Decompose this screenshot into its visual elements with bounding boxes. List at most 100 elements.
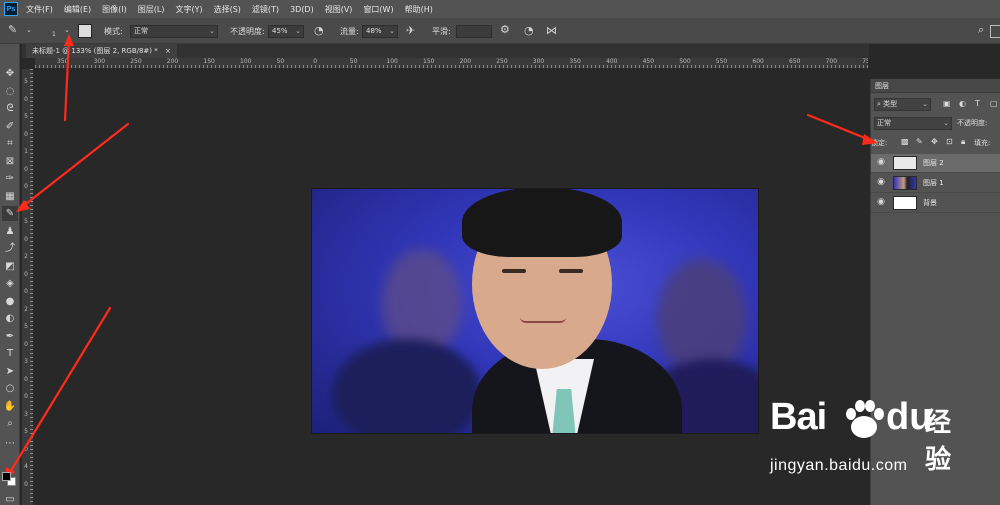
ruler-tick-label: 0 [24, 375, 28, 383]
ruler-tick-label: 0 [24, 393, 28, 400]
brush-size-value[interactable]: 1 [52, 31, 56, 38]
brush-tool-icon[interactable]: ✎ [2, 206, 18, 221]
eye-icon[interactable]: ◉ [876, 157, 886, 167]
watermark-product: 经验 [925, 408, 952, 475]
layer-row-layer2[interactable]: ◉ 图层 2 [871, 154, 1000, 173]
ruler-tick-label: 100 [240, 58, 252, 65]
dodge-tool-icon[interactable]: ◐ [2, 311, 18, 326]
type-filter-icon[interactable]: T [975, 99, 980, 108]
menu-window[interactable]: 窗口(W) [363, 4, 393, 15]
brush-tool-icon[interactable]: ✎ [8, 23, 17, 36]
menu-file[interactable]: 文件(F) [26, 4, 53, 15]
frame-tool-icon[interactable]: ⊠ [2, 154, 18, 169]
ruler-tick-label: 1 [24, 148, 28, 155]
ruler-tick-label: 2 [24, 253, 28, 260]
tools-panel: ✥ ◌ ᘓ ✐ ⌗ ⊠ ✑ ▦ ✎ ♟ ⤴ ◩ ◈ ● ◐ ✒ T ➤ ○ ✋ … [0, 44, 20, 505]
pressure-opacity-icon[interactable]: ◔ [314, 24, 324, 37]
menu-filter[interactable]: 滤镜(T) [252, 4, 279, 15]
quick-mask-icon[interactable]: ▭ [2, 492, 18, 505]
paint-bucket-tool-icon[interactable]: ◈ [2, 276, 18, 291]
ruler-tick-label: 600 [752, 58, 764, 65]
close-icon[interactable]: × [165, 47, 171, 55]
blur-tool-icon[interactable]: ● [2, 294, 18, 309]
workspace-icon[interactable] [990, 25, 1000, 38]
ruler-tick-label: 300 [532, 58, 545, 65]
quick-select-tool-icon[interactable]: ✐ [2, 119, 18, 134]
watermark-brand: Bai [770, 396, 827, 438]
eye-icon[interactable]: ◉ [876, 197, 886, 207]
document-image[interactable] [311, 188, 759, 434]
menu-layer[interactable]: 图层(L) [138, 4, 165, 15]
eyedropper-tool-icon[interactable]: ✑ [2, 171, 18, 186]
foreground-color-swatch[interactable] [2, 472, 11, 481]
gear-icon[interactable]: ⚙ [500, 23, 510, 36]
flow-input[interactable]: 48% ⌄ [362, 25, 398, 38]
layer-opacity-label: 不透明度: [957, 119, 988, 127]
clone-stamp-tool-icon[interactable]: ♟ [2, 224, 18, 239]
menu-select[interactable]: 选择(S) [214, 4, 241, 15]
healing-brush-tool-icon[interactable]: ▦ [2, 189, 18, 204]
type-tool-icon[interactable]: T [2, 346, 18, 361]
ruler-tick-label: 0 [24, 95, 28, 103]
brush-settings-panel-icon[interactable] [78, 24, 92, 38]
search-icon[interactable]: ⌕ [978, 23, 984, 37]
menu-3d[interactable]: 3D(D) [290, 5, 314, 14]
menu-help[interactable]: 帮助(H) [405, 4, 433, 15]
chevron-down-icon: ⌄ [943, 119, 949, 127]
lock-position-icon[interactable]: ✥ [931, 137, 938, 146]
eraser-tool-icon[interactable]: ◩ [2, 259, 18, 274]
tool-preset-dropdown-icon[interactable]: ⌄ [26, 26, 32, 34]
layers-panel-title[interactable]: 图层 [871, 79, 1000, 93]
document-tab[interactable]: 未标题-1 @ 133% (图层 2, RGB/8#) * × [26, 44, 177, 58]
ruler-tick-label: 5 [24, 113, 28, 120]
ruler-tick-label: 5 [24, 428, 28, 435]
blend-mode-select[interactable]: 正常 ⌄ [874, 117, 952, 130]
lock-artboard-icon[interactable]: ⊡ [946, 137, 953, 146]
marquee-tool-icon[interactable]: ◌ [2, 84, 18, 99]
symmetry-icon[interactable]: ⋈ [546, 24, 557, 37]
crop-tool-icon[interactable]: ⌗ [2, 136, 18, 151]
ruler-tick-label: 0 [24, 165, 28, 173]
ruler-tick-label: 50 [349, 58, 358, 65]
move-tool-icon[interactable]: ✥ [2, 66, 18, 81]
ruler-tick-label: 0 [24, 130, 28, 138]
ellipse-tool-icon[interactable]: ○ [2, 381, 18, 396]
airbrush-icon[interactable]: ✈ [406, 24, 415, 37]
lock-pixels-icon[interactable]: ✎ [916, 137, 923, 146]
horizontal-ruler[interactable]: 350 300 250 200 150 100 50 0 50 100 150 200 250 300 35… [35, 58, 868, 69]
history-brush-tool-icon[interactable]: ⤴ [2, 241, 18, 256]
pen-tool-icon[interactable]: ✒ [2, 329, 18, 344]
layer-row-background[interactable]: ◉ 背景 [871, 194, 1000, 213]
pixel-filter-icon[interactable]: ▣ [943, 99, 951, 108]
hand-tool-icon[interactable]: ✋ [2, 399, 18, 414]
brush-preset-dropdown-icon[interactable]: ⌄ [64, 26, 70, 34]
layer-row-layer1[interactable]: ◉ 图层 1 [871, 174, 1000, 193]
layer-filter-select[interactable]: ⌕ 类型 ⌄ [874, 98, 931, 111]
ruler-tick-label: 5 [24, 323, 28, 330]
subject-left-eye [502, 269, 526, 273]
eye-icon[interactable]: ◉ [876, 177, 886, 187]
zoom-tool-icon[interactable]: ⌕ [2, 416, 18, 431]
ruler-tick-label: 450 [642, 58, 655, 65]
menu-type[interactable]: 文字(Y) [175, 4, 202, 15]
lasso-tool-icon[interactable]: ᘓ [2, 101, 18, 116]
path-select-tool-icon[interactable]: ➤ [2, 364, 18, 379]
lock-transparent-icon[interactable]: ▩ [901, 137, 909, 146]
vertical-ruler[interactable]: 5 0 5 0 1 0 0 1 5 0 2 0 0 2 5 0 3 0 0 3 5 0 4 0 [22, 69, 34, 505]
opacity-input[interactable]: 45% ⌄ [268, 25, 304, 38]
menu-view[interactable]: 视图(V) [325, 4, 353, 15]
more-tools-icon[interactable]: ⋯ [2, 436, 18, 451]
ruler-tick-label: 3 [24, 410, 28, 418]
ruler-tick-label: 250 [496, 58, 508, 65]
mode-select[interactable]: 正常 ⌄ [130, 25, 218, 38]
smoothing-input[interactable] [456, 25, 492, 38]
menu-edit[interactable]: 编辑(E) [64, 4, 91, 15]
ruler-tick-label: 2 [24, 305, 28, 313]
pressure-size-icon[interactable]: ◔ [524, 24, 534, 37]
shape-filter-icon[interactable]: ▢ [990, 99, 998, 108]
lock-all-icon[interactable]: 🔒︎ [961, 137, 965, 147]
opacity-value: 45% [272, 27, 288, 35]
ruler-tick-label: 200 [459, 58, 472, 65]
menu-image[interactable]: 图像(I) [102, 4, 127, 15]
adjustment-filter-icon[interactable]: ◐ [959, 99, 966, 108]
